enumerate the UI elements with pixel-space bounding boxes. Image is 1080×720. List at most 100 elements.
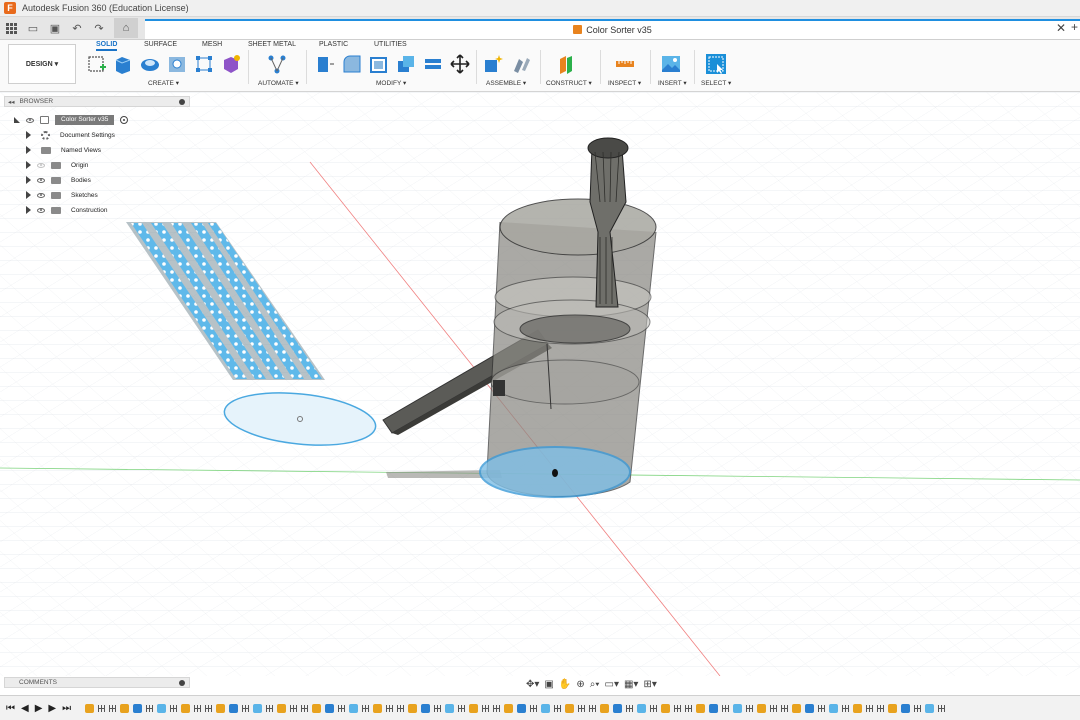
construct-menu[interactable]: CONSTRUCT ▾	[546, 79, 592, 87]
timeline-feature-icon[interactable]	[421, 703, 431, 713]
insert-image-icon[interactable]	[660, 53, 682, 75]
measure-icon[interactable]	[614, 53, 636, 75]
timeline-feature-icon[interactable]	[888, 703, 898, 713]
timeline-feature-icon[interactable]	[194, 704, 202, 712]
timeline-feature-icon[interactable]	[216, 703, 226, 713]
tab-mesh[interactable]: MESH	[202, 41, 222, 48]
expand-triangle-icon[interactable]	[14, 117, 20, 123]
workspace-switcher-button[interactable]: DESIGN ▾	[8, 44, 76, 84]
select-icon[interactable]	[705, 53, 727, 75]
inspect-menu[interactable]: INSPECT ▾	[608, 79, 641, 87]
timeline-feature-icon[interactable]	[770, 704, 778, 712]
tab-solid[interactable]: SOLID	[96, 41, 118, 51]
timeline-feature-icon[interactable]	[397, 704, 405, 712]
timeline-feature-icon[interactable]	[938, 704, 946, 712]
insert-menu[interactable]: INSERT ▾	[658, 79, 687, 87]
step-back-icon[interactable]: ◀	[21, 703, 29, 714]
timeline-feature-icon[interactable]	[530, 704, 538, 712]
timeline-feature-icon[interactable]	[205, 704, 213, 712]
pattern-icon[interactable]	[193, 53, 215, 75]
redo-icon[interactable]: ↷	[88, 19, 110, 37]
browser-item-sketches[interactable]: Sketches	[26, 189, 98, 201]
timeline-feature-icon[interactable]	[312, 703, 322, 713]
fit-icon[interactable]: ⌕▾	[590, 679, 600, 690]
timeline-feature-icon[interactable]	[722, 704, 730, 712]
step-forward-icon[interactable]: ▶	[48, 703, 56, 714]
tab-plastic[interactable]: PLASTIC	[319, 41, 348, 48]
browser-item-origin[interactable]: Origin	[26, 159, 88, 171]
timeline-feature-icon[interactable]	[493, 704, 501, 712]
select-menu[interactable]: SELECT ▾	[701, 79, 731, 87]
timeline-feature-icon[interactable]	[229, 703, 239, 713]
display-settings-icon[interactable]: ▭▾	[605, 679, 619, 690]
timeline-feature-icon[interactable]	[866, 704, 874, 712]
activate-component-icon[interactable]	[120, 116, 129, 124]
browser-item-document-settings[interactable]: Document Settings	[26, 129, 115, 141]
timeline-feature-icon[interactable]	[709, 703, 719, 713]
timeline-feature-icon[interactable]	[757, 703, 767, 713]
timeline-feature-icon[interactable]	[338, 704, 346, 712]
timeline-feature-icon[interactable]	[504, 703, 514, 713]
timeline-feature-icon[interactable]	[325, 703, 335, 713]
timeline-feature-icon[interactable]	[349, 703, 359, 713]
timeline-feature-icon[interactable]	[85, 703, 95, 713]
timeline-feature-icon[interactable]	[914, 704, 922, 712]
timeline-feature-icon[interactable]	[146, 704, 154, 712]
tab-utilities[interactable]: UTILITIES	[374, 41, 407, 48]
panel-pin-icon[interactable]	[179, 679, 185, 686]
home-icon[interactable]: ⌂	[114, 18, 138, 38]
timeline-feature-icon[interactable]	[637, 703, 647, 713]
timeline-feature-icon[interactable]	[362, 704, 370, 712]
timeline-feature-icon[interactable]	[445, 703, 455, 713]
timeline-feature-icon[interactable]	[133, 703, 143, 713]
joint-icon[interactable]	[510, 53, 532, 75]
visibility-eye-icon[interactable]	[26, 117, 34, 123]
browser-header[interactable]: ◂◂ BROWSER	[4, 96, 190, 107]
timeline-feature-icon[interactable]	[301, 704, 309, 712]
grid-settings-icon[interactable]: ▦▾	[624, 679, 638, 690]
timeline-feature-icon[interactable]	[242, 704, 250, 712]
browser-item-named-views[interactable]: Named Views	[26, 144, 101, 156]
timeline-feature-icon[interactable]	[877, 704, 885, 712]
shell-icon[interactable]	[368, 53, 390, 75]
save-icon[interactable]: ▣	[44, 19, 66, 37]
look-at-icon[interactable]: ▣	[544, 679, 553, 690]
orbit-icon[interactable]: ✥▾	[526, 679, 539, 690]
timeline-feature-icon[interactable]	[733, 703, 743, 713]
timeline-feature-icon[interactable]	[277, 703, 287, 713]
automate-icon[interactable]	[266, 53, 288, 75]
visibility-eye-icon[interactable]	[37, 192, 45, 198]
combine-icon[interactable]	[395, 53, 417, 75]
timeline-feature-icon[interactable]	[696, 703, 706, 713]
timeline-feature-icon[interactable]	[266, 704, 274, 712]
panel-pin-icon[interactable]	[179, 98, 185, 105]
file-icon[interactable]: ▭	[22, 19, 44, 37]
timeline-feature-icon[interactable]	[613, 703, 623, 713]
create-sketch-icon[interactable]	[86, 53, 108, 75]
expand-triangle-icon[interactable]	[26, 176, 31, 184]
timeline-feature-icon[interactable]	[600, 703, 610, 713]
timeline-feature-icon[interactable]	[434, 704, 442, 712]
fillet-icon[interactable]	[341, 53, 363, 75]
timeline-feature-icon[interactable]	[746, 704, 754, 712]
modify-menu[interactable]: MODIFY ▾	[376, 79, 406, 87]
browser-item-construction[interactable]: Construction	[26, 204, 108, 216]
timeline-feature-icon[interactable]	[578, 704, 586, 712]
timeline-feature-icon[interactable]	[674, 704, 682, 712]
assemble-menu[interactable]: ASSEMBLE ▾	[486, 79, 526, 87]
timeline-feature-icon[interactable]	[781, 704, 789, 712]
browser-item-bodies[interactable]: Bodies	[26, 174, 91, 186]
timeline-feature-icon[interactable]	[541, 703, 551, 713]
go-to-start-icon[interactable]: ⏮	[6, 703, 15, 714]
timeline-feature-icon[interactable]	[842, 704, 850, 712]
timeline-feature-icon[interactable]	[290, 704, 298, 712]
timeline-feature-icon[interactable]	[626, 704, 634, 712]
expand-triangle-icon[interactable]	[26, 191, 31, 199]
timeline-feature-icon[interactable]	[805, 703, 815, 713]
timeline-feature-icon[interactable]	[482, 704, 490, 712]
timeline-feature-icon[interactable]	[517, 703, 527, 713]
app-grid-icon[interactable]	[0, 19, 22, 37]
bottom-face-selection[interactable]	[479, 446, 631, 498]
timeline-feature-icon[interactable]	[792, 703, 802, 713]
visibility-eye-icon[interactable]	[37, 177, 45, 183]
